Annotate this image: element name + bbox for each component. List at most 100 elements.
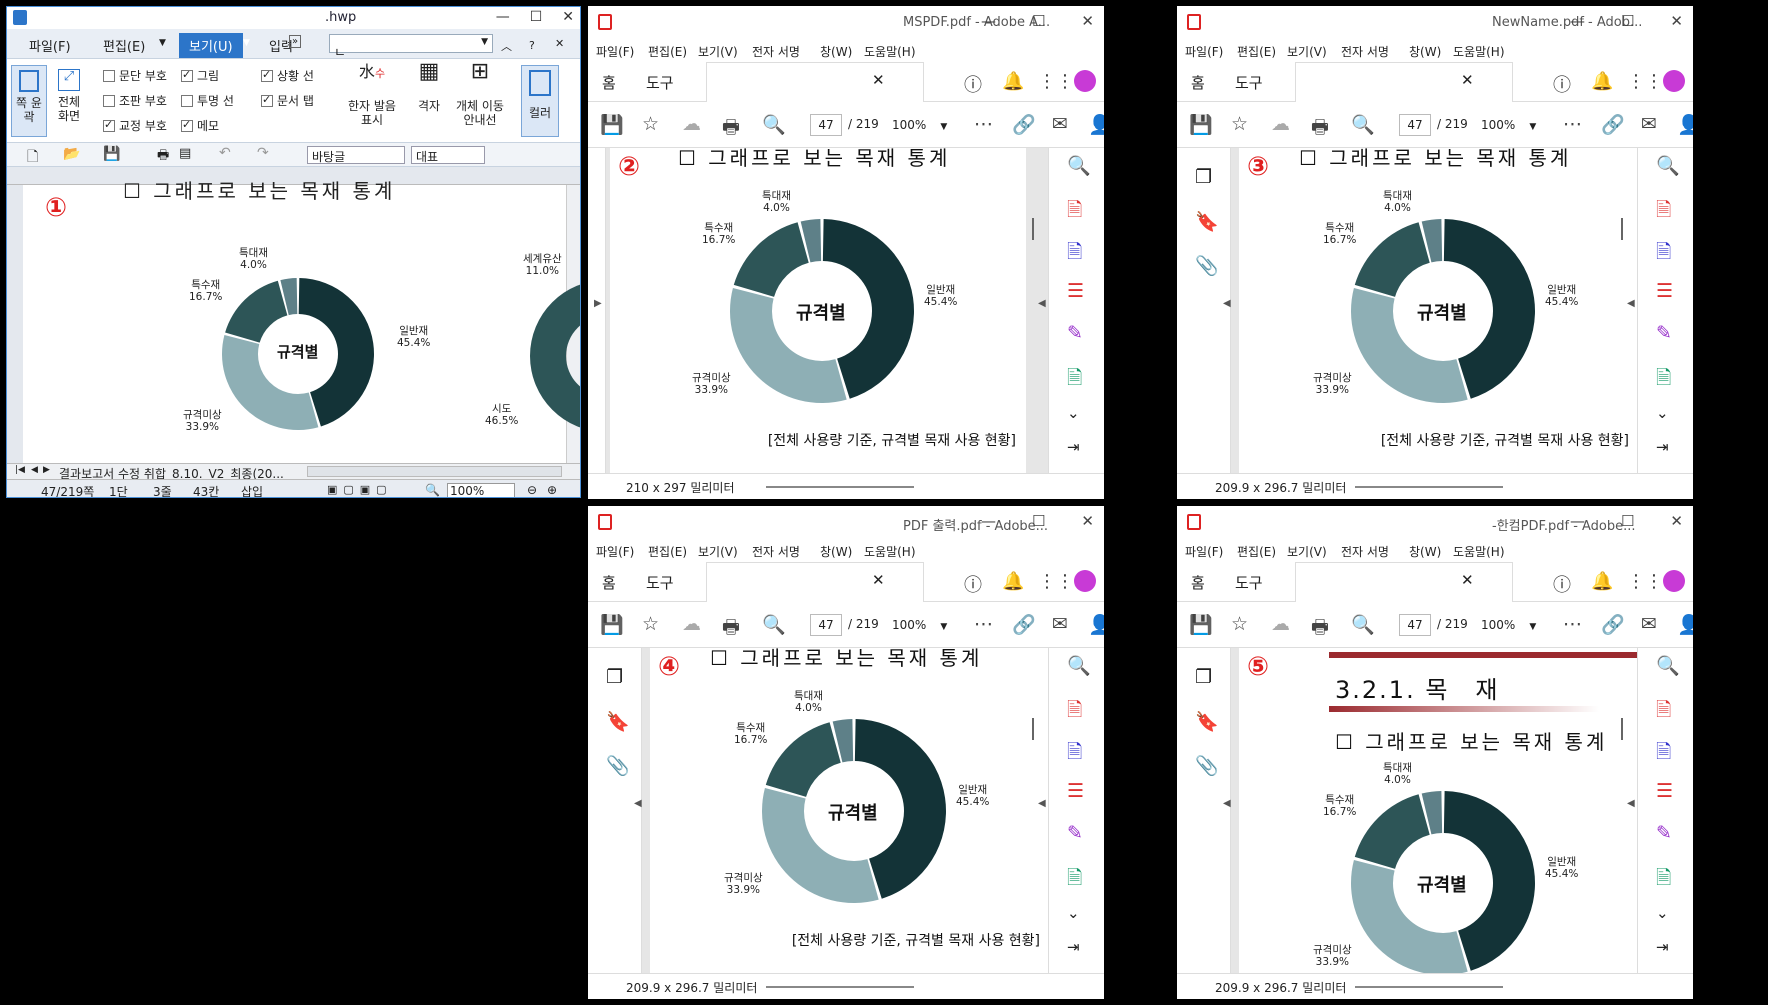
organize-icon[interactable]: ☰ xyxy=(1656,780,1673,802)
menu-window[interactable]: 창(W) xyxy=(1409,543,1441,560)
save-icon[interactable]: 💾 xyxy=(1189,613,1213,636)
minimize-button[interactable]: — xyxy=(981,12,996,30)
checkbox-icon[interactable] xyxy=(181,118,193,132)
fill-sign-icon[interactable]: ✎ xyxy=(1067,322,1083,344)
email-icon[interactable]: ✉ xyxy=(1052,113,1068,135)
attachment-icon[interactable]: 📎 xyxy=(1195,754,1219,777)
expand-tools-icon[interactable]: ⌄ xyxy=(1067,404,1080,422)
menu-view[interactable]: 보기(V) xyxy=(1287,43,1327,60)
expand-tools-icon[interactable]: ⌄ xyxy=(1656,904,1669,922)
bookmarks-icon[interactable]: 🔖 xyxy=(1195,210,1219,233)
zoom-dropdown[interactable]: 100% ▼ xyxy=(886,614,958,636)
page-number-input[interactable]: 47 xyxy=(1399,614,1431,636)
vertical-scrollbar[interactable] xyxy=(1621,218,1623,240)
print-icon[interactable]: 🖶 xyxy=(722,613,740,645)
upload-cloud-icon[interactable]: ☁ xyxy=(682,113,701,135)
expand-tools-icon[interactable]: ⌄ xyxy=(1656,404,1669,422)
help-icon[interactable]: ⓘ xyxy=(1553,71,1571,97)
menu-file[interactable]: 파일(F) xyxy=(596,543,634,560)
help-icon[interactable]: ? xyxy=(529,39,535,52)
save-icon[interactable]: 💾 xyxy=(1189,113,1213,136)
share-link-icon[interactable]: 🔗 xyxy=(1012,613,1036,636)
left-collapse-arrow-icon[interactable]: ◀ xyxy=(634,798,642,809)
menu-help[interactable]: 도움말(H) xyxy=(864,543,916,560)
close-button[interactable]: ✕ xyxy=(1081,512,1094,530)
tab-document[interactable] xyxy=(1295,62,1513,102)
create-pdf-icon[interactable]: 🗎 xyxy=(1656,196,1671,228)
zoom-search-icon[interactable]: 🔍 xyxy=(425,483,440,497)
check-picture[interactable]: 그림 xyxy=(181,67,219,84)
share-link-icon[interactable]: 🔗 xyxy=(1601,613,1625,636)
organize-icon[interactable]: ☰ xyxy=(1656,280,1673,302)
zoom-dropdown[interactable]: 100% ▼ xyxy=(1475,614,1547,636)
zoom-tool-icon[interactable]: 🔍 xyxy=(1656,154,1680,177)
share-link-icon[interactable]: 🔗 xyxy=(1012,113,1036,136)
chevron-down-icon[interactable]: ▼ xyxy=(1529,622,1536,632)
user-avatar[interactable] xyxy=(1074,70,1096,92)
organize-icon[interactable]: ☰ xyxy=(1067,780,1084,802)
email-icon[interactable]: ✉ xyxy=(1641,613,1657,635)
email-icon[interactable]: ✉ xyxy=(1052,613,1068,635)
close-tab-icon[interactable]: ✕ xyxy=(872,571,885,589)
save-icon[interactable]: 💾 xyxy=(600,113,624,136)
minimize-button[interactable]: — xyxy=(981,512,996,530)
help-icon[interactable]: ⓘ xyxy=(964,571,982,597)
menu-file[interactable]: 파일(F) xyxy=(596,43,634,60)
send-icon[interactable]: 🗎 xyxy=(1067,864,1082,896)
fill-sign-icon[interactable]: ✎ xyxy=(1656,822,1672,844)
close-button[interactable]: ✕ xyxy=(562,9,574,25)
check-memo[interactable]: 메모 xyxy=(181,117,219,134)
notification-bell-icon[interactable]: 🔔 xyxy=(1591,71,1613,92)
style-dropdown[interactable]: 바탕글 xyxy=(307,146,405,164)
upload-cloud-icon[interactable]: ☁ xyxy=(1271,113,1290,135)
horizontal-scrollbar[interactable] xyxy=(1355,486,1503,488)
checkbox-icon[interactable] xyxy=(181,94,193,107)
collapse-panel-icon[interactable]: ⇥ xyxy=(1067,438,1080,456)
tab-tools[interactable]: 도구 xyxy=(1235,572,1263,593)
checkbox-icon[interactable] xyxy=(103,94,115,107)
create-pdf-icon[interactable]: 🗎 xyxy=(1067,196,1082,228)
menu-file[interactable]: 파일(F) xyxy=(29,36,71,55)
tab-document[interactable] xyxy=(706,562,924,602)
menu-view[interactable]: 보기(U) xyxy=(179,33,243,58)
menu-window[interactable]: 창(W) xyxy=(820,43,852,60)
vertical-scrollbar[interactable] xyxy=(1032,718,1034,740)
vertical-scrollbar[interactable] xyxy=(1032,218,1034,240)
bookmark-star-icon[interactable]: ☆ xyxy=(1231,113,1248,135)
menu-edit[interactable]: 편집(E) xyxy=(1237,43,1276,60)
checkbox-icon[interactable] xyxy=(103,69,115,82)
export-pdf-icon[interactable]: 🗎 xyxy=(1656,738,1671,770)
create-pdf-icon[interactable]: 🗎 xyxy=(1067,696,1082,728)
upload-cloud-icon[interactable]: ☁ xyxy=(1271,613,1290,635)
close-tab-icon[interactable]: ✕ xyxy=(872,71,885,89)
menu-edit[interactable]: 편집(E) xyxy=(103,36,145,55)
zoom-search-icon[interactable]: 🔍 xyxy=(762,613,786,636)
user-avatar[interactable] xyxy=(1663,70,1685,92)
zoom-tool-icon[interactable]: 🔍 xyxy=(1656,654,1680,677)
check-transparent-line[interactable]: 투명 선 xyxy=(181,92,234,109)
more-icon[interactable]: ⋯ xyxy=(1563,113,1582,135)
notification-bell-icon[interactable]: 🔔 xyxy=(1002,571,1024,592)
maximize-button[interactable]: ☐ xyxy=(1032,512,1045,530)
export-pdf-icon[interactable]: 🗎 xyxy=(1656,238,1671,270)
vertical-scrollbar[interactable] xyxy=(1621,718,1623,740)
status-mode[interactable]: 삽입 xyxy=(241,483,263,497)
check-status-line[interactable]: 상황 선 xyxy=(261,67,314,84)
attachment-icon[interactable]: 📎 xyxy=(1195,254,1219,277)
attachment-icon[interactable]: 📎 xyxy=(606,754,630,777)
color-button[interactable]: 컬러 xyxy=(521,65,559,137)
tab-first-icon[interactable]: |◀ xyxy=(15,465,25,475)
send-icon[interactable]: 🗎 xyxy=(1067,364,1082,396)
fill-sign-icon[interactable]: ✎ xyxy=(1656,322,1672,344)
tab-home[interactable]: 홈 xyxy=(1191,72,1205,93)
page-thumbnails-icon[interactable]: ❐ xyxy=(1195,666,1212,688)
more-icon[interactable]: ⋯ xyxy=(1563,613,1582,635)
bookmarks-icon[interactable]: 🔖 xyxy=(606,710,630,733)
zoom-in-icon[interactable]: ⊕ xyxy=(547,483,557,497)
save-icon[interactable]: 💾 xyxy=(600,613,624,636)
menu-edit-dropdown-icon[interactable]: ▼ xyxy=(159,38,166,48)
more-icon[interactable]: ⋯ xyxy=(974,113,993,135)
tab-home[interactable]: 홈 xyxy=(602,572,616,593)
maximize-button[interactable]: ☐ xyxy=(1032,12,1045,30)
email-icon[interactable]: ✉ xyxy=(1641,113,1657,135)
